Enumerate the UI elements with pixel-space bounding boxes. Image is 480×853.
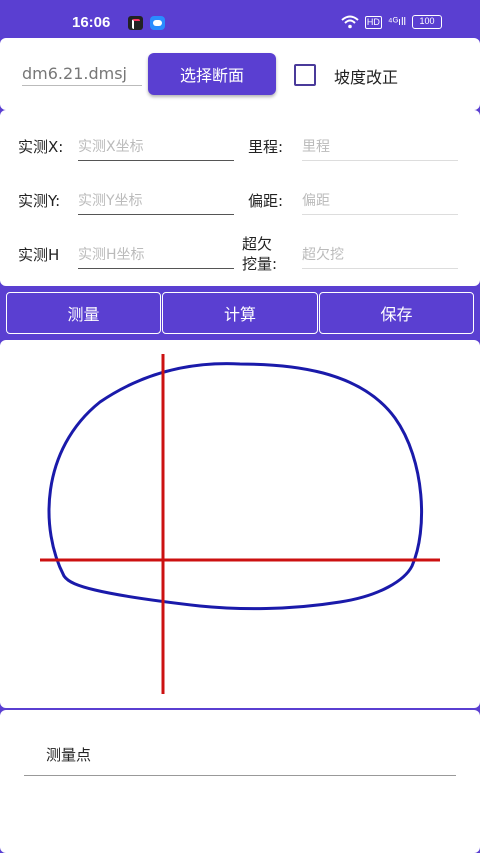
offset-label: 偏距: — [248, 192, 284, 210]
slope-correction-label: 坡度改正 — [334, 68, 399, 87]
mileage-label: 里程: — [248, 138, 284, 156]
offset-input[interactable]: 偏距 — [302, 190, 458, 215]
list-header-title: 测量点 — [46, 746, 92, 764]
signal-icon: ⁴ᴳıll — [387, 16, 406, 28]
status-indicators: HD ⁴ᴳıll 100 — [341, 13, 442, 31]
profile-drawing — [40, 354, 440, 694]
section-select-card: dm6.21.dmsj 选择断面 坡度改正 — [0, 38, 480, 110]
slope-correction-checkbox[interactable] — [294, 64, 316, 86]
status-bar: 16:06 HD ⁴ᴳıll 100 — [0, 0, 480, 38]
chat-notification-icon — [150, 16, 165, 30]
hd-icon: HD — [364, 15, 382, 29]
tunnel-profile-outline — [47, 362, 424, 611]
measurement-points-list: 测量点 — [0, 710, 480, 853]
mileage-input[interactable]: 里程 — [302, 136, 458, 161]
list-header: 测量点 — [24, 736, 456, 776]
calculate-button[interactable]: 计算 — [162, 292, 318, 334]
profile-canvas[interactable] — [0, 340, 480, 708]
measurement-form: 实测X: 实测X坐标 里程: 里程 实测Y: 实测Y坐标 偏距: 偏距 实测H … — [0, 110, 480, 286]
measured-h-label: 实测H — [18, 246, 60, 264]
save-button[interactable]: 保存 — [319, 292, 474, 334]
status-time: 16:06 — [72, 14, 111, 31]
wifi-icon — [341, 15, 359, 29]
measured-h-input[interactable]: 实测H坐标 — [78, 244, 234, 269]
measured-x-input[interactable]: 实测X坐标 — [78, 136, 234, 161]
overbreak-label: 超欠 挖量: — [242, 234, 277, 274]
overbreak-input[interactable]: 超欠挖 — [302, 244, 458, 269]
measured-x-label: 实测X: — [18, 138, 64, 156]
select-section-button[interactable]: 选择断面 — [148, 53, 276, 95]
overbreak-label-line2: 挖量: — [242, 255, 278, 273]
measured-y-input[interactable]: 实测Y坐标 — [78, 190, 234, 215]
measured-y-label: 实测Y: — [18, 192, 61, 210]
file-name-field[interactable]: dm6.21.dmsj — [22, 64, 142, 86]
battery-icon: 100 — [412, 15, 442, 29]
tiktok-notification-icon — [128, 16, 143, 30]
overbreak-label-line1: 超欠 — [242, 235, 273, 253]
measure-button[interactable]: 测量 — [6, 292, 161, 334]
